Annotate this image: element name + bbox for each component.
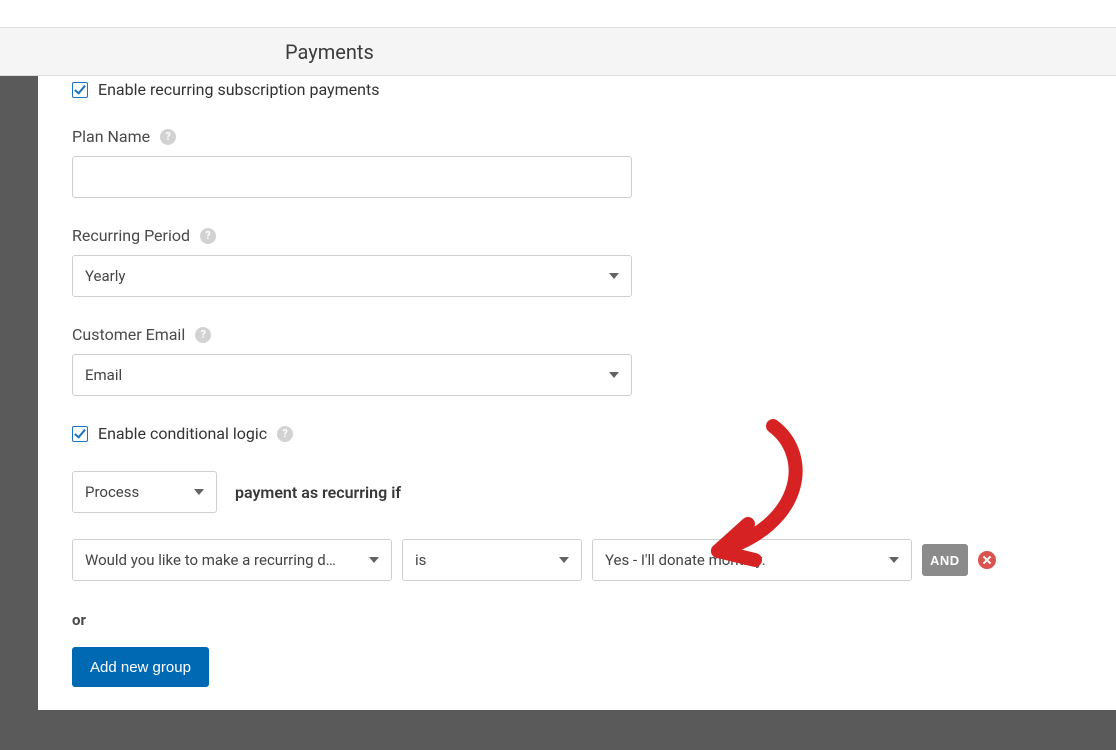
customer-email-select[interactable]: Email (72, 354, 632, 396)
conditional-static-text: payment as recurring if (235, 483, 401, 502)
add-new-group-button[interactable]: Add new group (72, 647, 209, 687)
help-icon[interactable]: ? (200, 228, 216, 244)
help-icon[interactable]: ? (160, 129, 176, 145)
help-icon[interactable]: ? (195, 327, 211, 343)
enable-recurring-row: Enable recurring subscription payments (72, 76, 1116, 99)
conditional-action-value: Process (85, 483, 139, 501)
chevron-down-icon (609, 273, 619, 279)
recurring-period-group: Recurring Period ? Yearly (72, 226, 1116, 297)
recurring-period-value: Yearly (85, 267, 125, 285)
rule-value-value: Yes - I'll donate monthly. (605, 551, 766, 569)
customer-email-value: Email (85, 366, 122, 384)
chevron-down-icon (369, 557, 379, 563)
plan-name-group: Plan Name ? (72, 127, 1116, 198)
rule-field-select[interactable]: Would you like to make a recurring d… (72, 539, 392, 581)
customer-email-label-row: Customer Email ? (72, 325, 1116, 344)
chevron-down-icon (889, 557, 899, 563)
rule-operator-select[interactable]: is (402, 539, 582, 581)
chevron-down-icon (559, 557, 569, 563)
plan-name-input[interactable] (72, 156, 632, 198)
top-strip (0, 0, 1116, 28)
conditional-action-select[interactable]: Process (72, 471, 217, 513)
conditional-action-row: Process payment as recurring if (72, 471, 1116, 513)
enable-recurring-label: Enable recurring subscription payments (98, 80, 379, 99)
customer-email-group: Customer Email ? Email (72, 325, 1116, 396)
enable-recurring-checkbox[interactable] (72, 82, 88, 98)
help-icon[interactable]: ? (277, 426, 293, 442)
or-label: or (72, 611, 1116, 629)
enable-conditional-checkbox[interactable] (72, 426, 88, 442)
chevron-down-icon (609, 372, 619, 378)
rule-field-value: Would you like to make a recurring d… (85, 551, 336, 569)
enable-conditional-row: Enable conditional logic ? (72, 424, 1116, 443)
payments-panel: Enable recurring subscription payments P… (38, 76, 1116, 710)
rule-value-select[interactable]: Yes - I'll donate monthly. (592, 539, 912, 581)
remove-rule-icon[interactable] (978, 551, 996, 569)
conditional-rule-row: Would you like to make a recurring d… is… (72, 539, 1116, 581)
plan-name-label-row: Plan Name ? (72, 127, 1116, 146)
chevron-down-icon (194, 489, 204, 495)
recurring-period-label: Recurring Period (72, 226, 190, 245)
customer-email-label: Customer Email (72, 325, 185, 344)
recurring-period-label-row: Recurring Period ? (72, 226, 1116, 245)
page-title: Payments (285, 40, 374, 64)
and-button[interactable]: AND (922, 544, 968, 576)
enable-conditional-label: Enable conditional logic (98, 424, 267, 443)
header-bar: Payments (0, 28, 1116, 76)
plan-name-label: Plan Name (72, 127, 150, 146)
recurring-period-select[interactable]: Yearly (72, 255, 632, 297)
rule-operator-value: is (415, 551, 426, 569)
